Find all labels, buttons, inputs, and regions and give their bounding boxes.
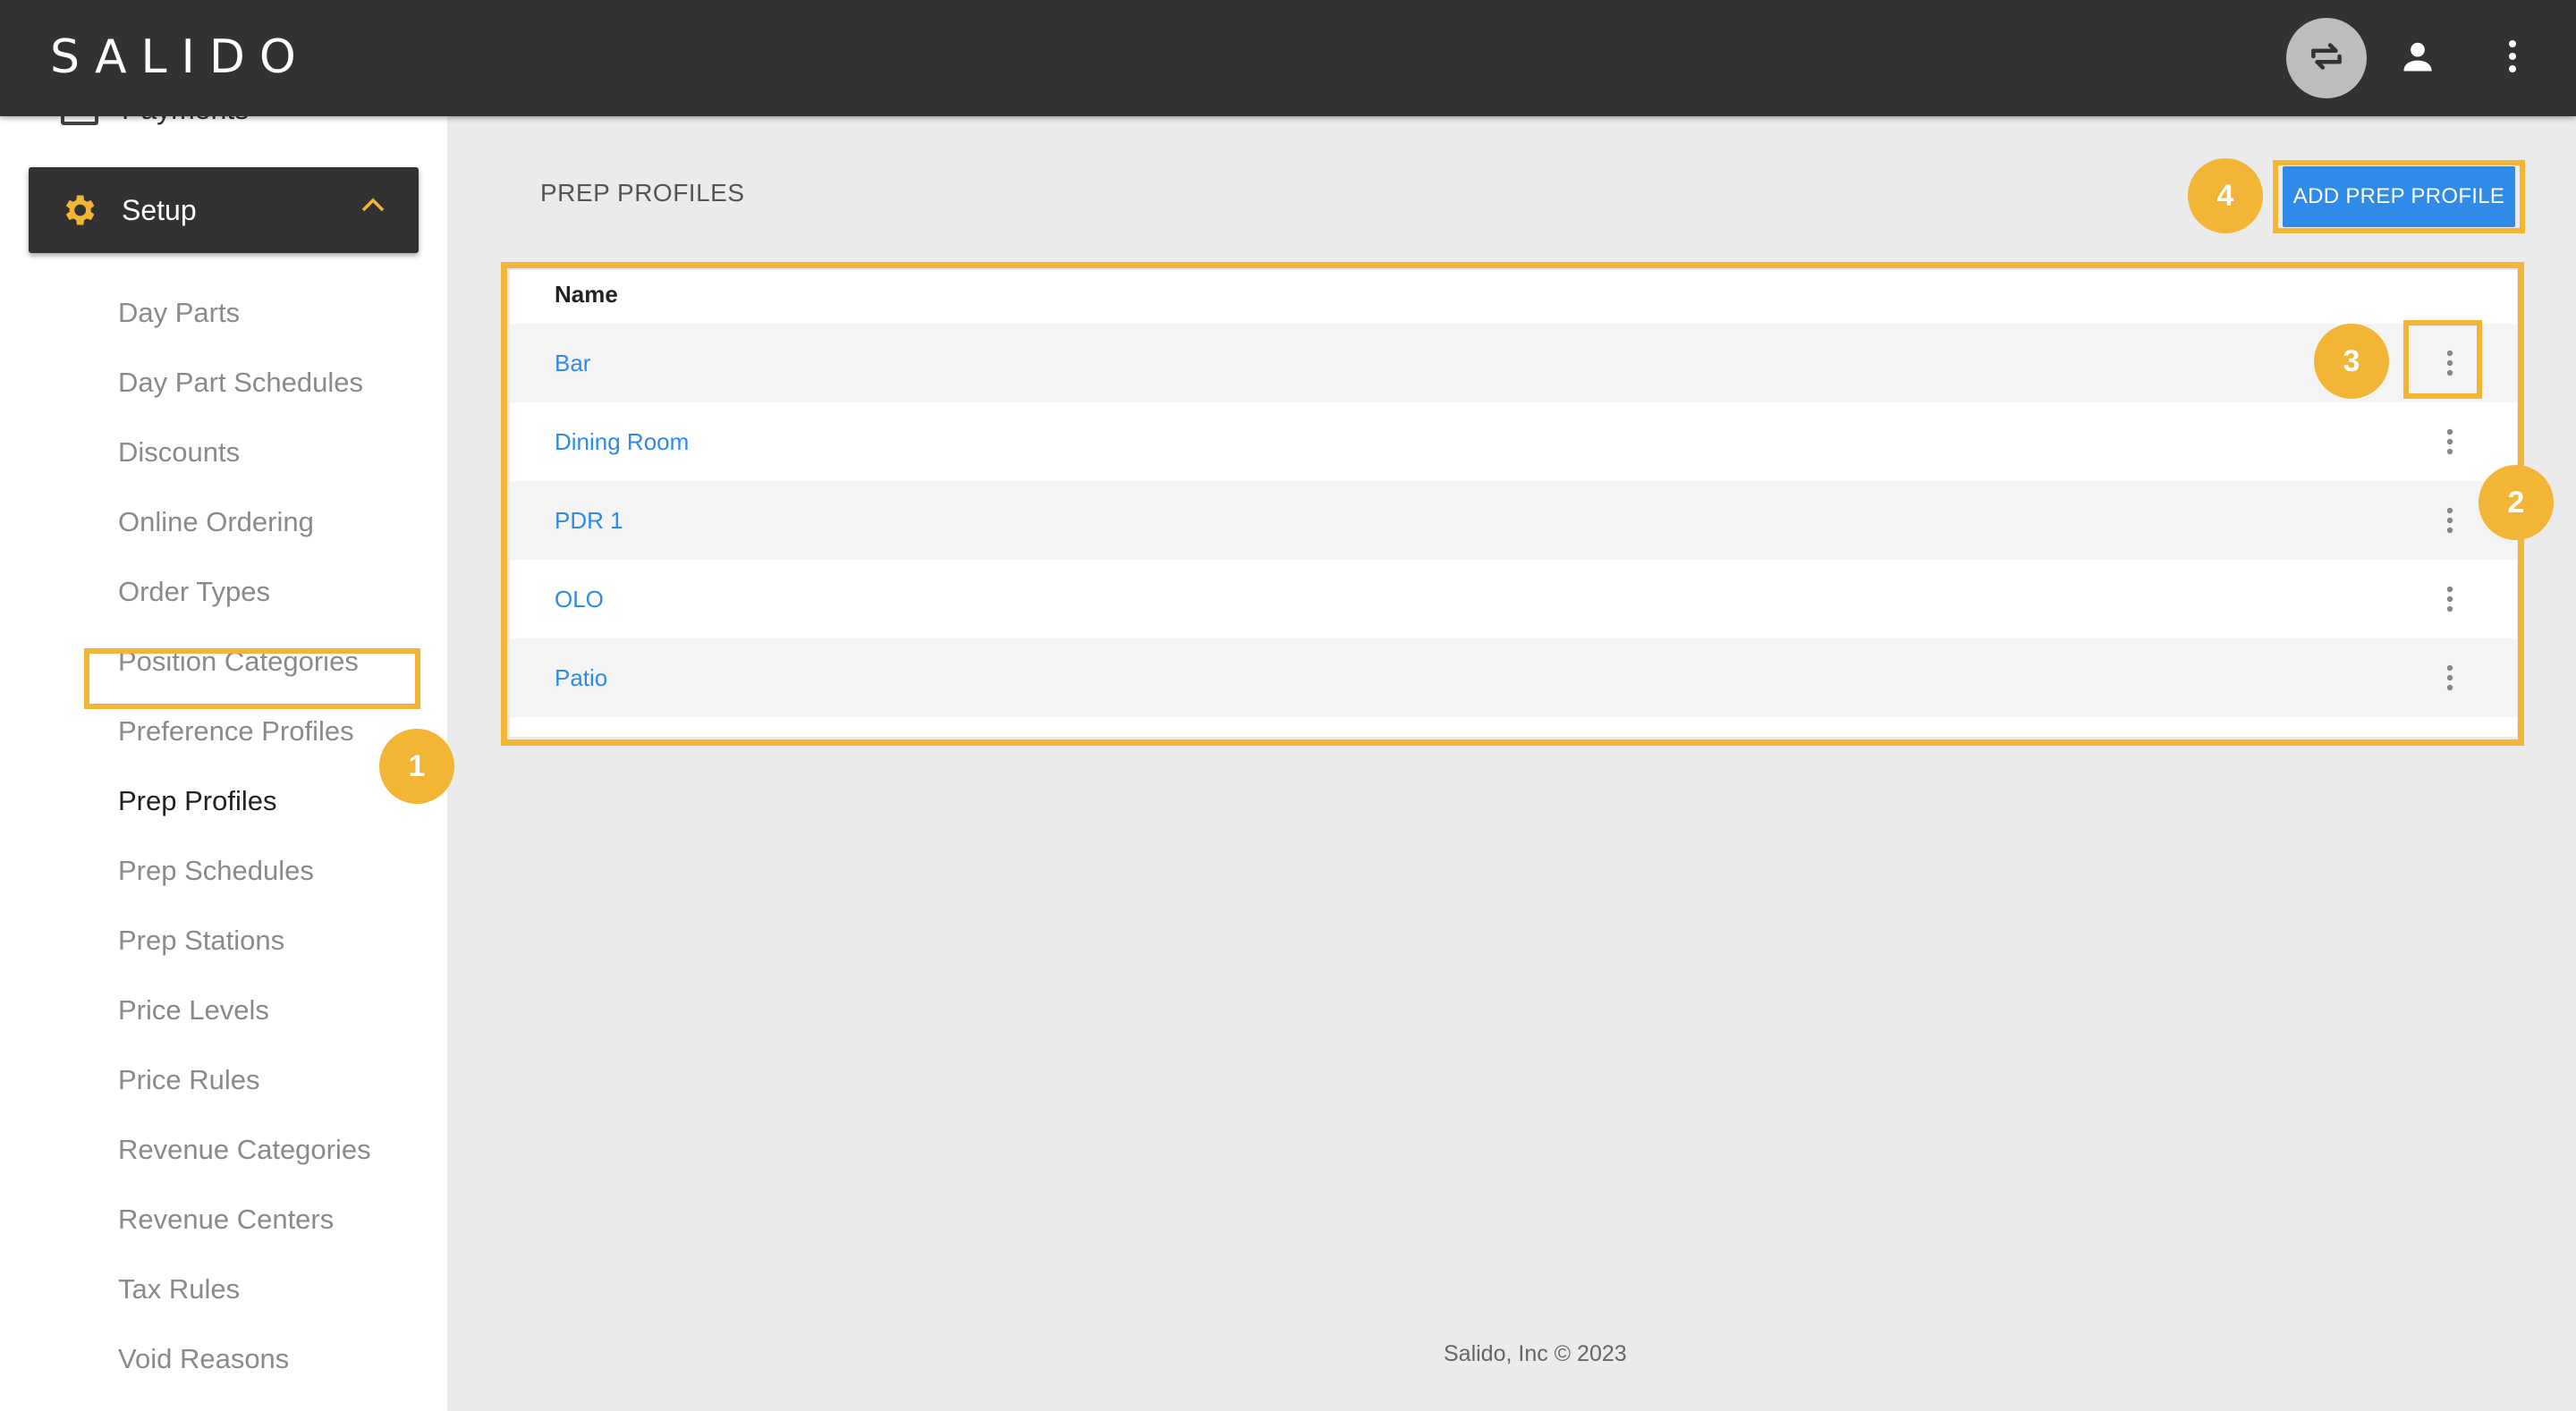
sidebar-item-tax-rules[interactable]: Tax Rules — [118, 1273, 240, 1305]
sidebar-item-prep-stations[interactable]: Prep Stations — [118, 925, 284, 957]
sidebar-item-revenue-centers[interactable]: Revenue Centers — [118, 1204, 334, 1236]
gear-icon — [59, 190, 98, 234]
sidebar-item-day-parts[interactable]: Day Parts — [118, 297, 240, 329]
sidebar-item-online-ordering[interactable]: Online Ordering — [118, 506, 314, 538]
sidebar-item-preference-profiles[interactable]: Preference Profiles — [118, 715, 354, 748]
annotation-badge-2: 2 — [2479, 465, 2554, 540]
user-icon — [2398, 37, 2437, 80]
sidebar-item-prep-schedules[interactable]: Prep Schedules — [118, 855, 314, 887]
highlight-table — [501, 262, 2524, 746]
highlight-row-more-button — [2403, 320, 2482, 399]
chevron-up-icon — [360, 196, 386, 218]
sidebar-item-void-reasons[interactable]: Void Reasons — [118, 1343, 289, 1375]
page-title: PREP PROFILES — [540, 179, 745, 207]
sidebar-item-label: Setup — [122, 194, 197, 226]
add-prep-profile-button[interactable]: ADD PREP PROFILE — [2283, 166, 2515, 227]
chevron-down-icon — [361, 116, 388, 119]
more-menu-button[interactable] — [2472, 18, 2553, 98]
sidebar-item-label: Payments — [122, 116, 249, 126]
sidebar-item-order-types[interactable]: Order Types — [118, 576, 270, 608]
sidebar-item-price-levels[interactable]: Price Levels — [118, 994, 269, 1027]
annotation-badge-3: 3 — [2314, 324, 2389, 399]
footer-copyright: Salido, Inc © 2023 — [1444, 1341, 1627, 1366]
user-button[interactable] — [2377, 18, 2458, 98]
switch-location-button[interactable] — [2286, 18, 2367, 98]
top-bar: SALIDO — [0, 0, 2576, 116]
sidebar-item-day-part-schedules[interactable]: Day Part Schedules — [118, 367, 363, 399]
annotation-badge-4: 4 — [2188, 158, 2263, 233]
more-vertical-icon — [2507, 38, 2518, 79]
salido-logo[interactable]: SALIDO — [50, 30, 310, 84]
annotation-badge-1: 1 — [379, 729, 454, 804]
payments-icon — [61, 116, 98, 125]
sidebar-item-payments[interactable]: Payments — [0, 116, 447, 143]
page: SALIDO Setup Day Parts Day Part Schedule… — [0, 0, 2576, 1411]
swap-icon — [2304, 34, 2349, 83]
sidebar-item-price-rules[interactable]: Price Rules — [118, 1064, 260, 1096]
sidebar-item-setup[interactable]: Setup — [29, 167, 419, 253]
sidebar-item-revenue-categories[interactable]: Revenue Categories — [118, 1134, 371, 1166]
highlight-prep-profiles — [84, 648, 420, 709]
sidebar-item-discounts[interactable]: Discounts — [118, 436, 240, 469]
sidebar-item-prep-profiles[interactable]: Prep Profiles — [118, 785, 276, 817]
